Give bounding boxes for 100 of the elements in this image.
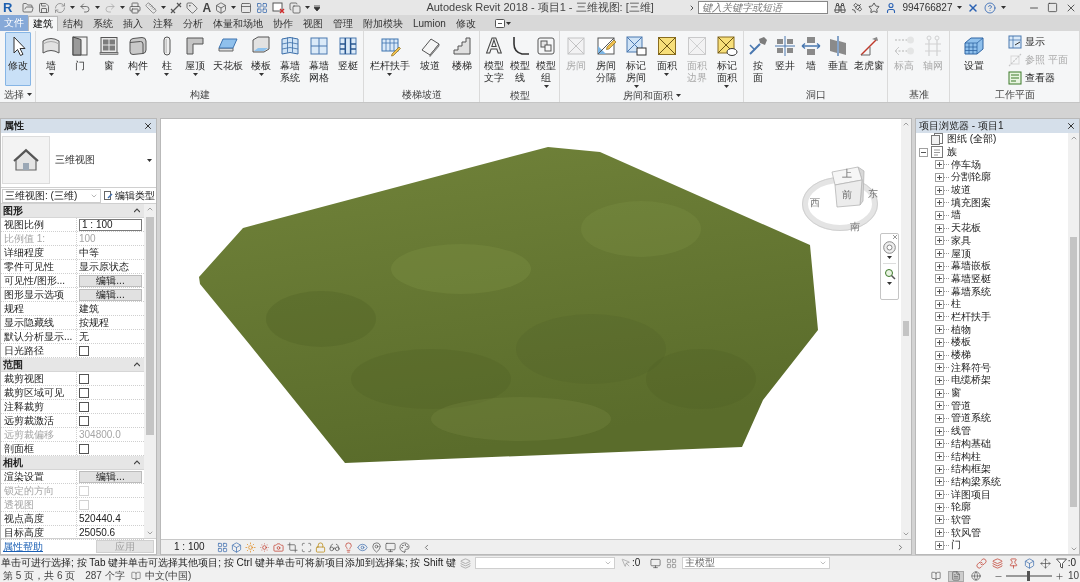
tree-item[interactable]: 电缆桥架 [951,374,991,387]
ribbon-button[interactable]: 坡道 [417,32,444,73]
link-icon[interactable] [975,557,987,569]
ribbon-button[interactable]: 天花板 [211,32,246,73]
type-selector[interactable]: 三维视图 [1,133,156,188]
vertical-scrollbar[interactable] [144,204,156,538]
expand-plus-icon[interactable] [935,185,944,195]
ribbon-tab[interactable]: 体量和场地 [208,16,268,31]
tree-item[interactable]: 幕墙系统 [951,285,991,298]
tree-item[interactable]: 软风管 [951,526,981,539]
ribbon-tab[interactable]: Lumion [408,16,451,31]
ribbon-small-button[interactable]: 查看器 [1007,70,1068,86]
panel-toggle-icon[interactable] [494,19,511,28]
scroll-up-icon[interactable] [146,205,154,213]
monitor-icon[interactable] [650,557,662,569]
group-header[interactable]: 图形 [1,204,144,218]
scrollbar-thumb[interactable] [1070,237,1077,507]
user-icon[interactable] [885,1,898,14]
help-link[interactable]: 属性帮助 [3,540,43,553]
ribbon-button[interactable]: 门 [67,32,94,73]
expand-plus-icon[interactable] [935,274,944,284]
expand-plus-icon[interactable] [935,452,944,462]
tree-item[interactable]: 图纸 (全部) [947,133,997,146]
ribbon-tab[interactable]: 建筑 [28,16,58,31]
text-tool-icon[interactable]: A [202,1,212,14]
tree-item[interactable]: 结构柱 [951,450,981,463]
user-name[interactable]: 994766827 [902,1,953,14]
search-field[interactable]: 键入关键字或短语 [698,1,829,14]
steering-wheel-icon[interactable] [883,241,896,254]
glasses-icon[interactable] [328,541,340,553]
checkbox[interactable] [79,401,89,412]
3d-view-icon[interactable] [215,1,228,14]
tiles-icon[interactable] [256,1,269,14]
language-status[interactable]: 中文(中国) [144,570,192,582]
tree-item[interactable]: 家具 [951,234,971,247]
monitor-icon[interactable] [384,541,396,553]
expand-plus-icon[interactable] [935,464,944,474]
ribbon-button[interactable]: 标记面积 [713,32,740,89]
ribbon-button[interactable]: 竖井 [771,32,798,73]
ribbon-button[interactable]: 幕墙网格 [305,32,332,85]
scroll-down-icon[interactable] [1069,545,1078,553]
tree-item[interactable]: 注释符号 [951,361,991,374]
zoom-icon[interactable] [883,268,896,280]
ribbon-button[interactable]: 按面 [745,32,772,85]
scroll-down-icon[interactable] [902,530,910,538]
checkbox[interactable] [79,387,89,398]
tree-item[interactable]: 结构基础 [951,437,991,450]
tree-item[interactable]: 管道系统 [951,412,991,425]
dimension-icon[interactable] [170,1,183,14]
tree-item[interactable]: 柱 [951,298,961,311]
tree-item[interactable]: 墙 [951,209,961,222]
open-folder-icon[interactable] [22,1,35,14]
view-scale[interactable]: 1 : 100 [174,541,205,553]
ribbon-button[interactable]: 墙 [38,32,65,77]
expand-plus-icon[interactable] [935,515,944,525]
switch-windows-icon[interactable] [289,1,302,14]
scroll-up-icon[interactable] [902,120,910,128]
ribbon-button[interactable]: 模型线 [507,32,533,85]
tree-item[interactable]: 详图项目 [951,488,991,501]
tree-item[interactable]: 楼板 [951,336,971,349]
ribbon-button[interactable]: 设置 [961,32,988,73]
tree-item[interactable]: 幕墙竖梃 [951,272,991,285]
edit-button[interactable]: 编辑... [79,274,142,287]
ribbon-button[interactable]: 窗 [96,32,123,73]
expand-plus-icon[interactable] [935,502,944,512]
dim-sun-icon[interactable] [258,541,270,553]
expand-plus-icon[interactable] [935,236,944,246]
app-logo[interactable]: R [3,0,13,15]
expand-plus-icon[interactable] [935,249,944,259]
tree-item[interactable]: 结构梁系统 [951,475,1001,488]
window-panel-icon[interactable] [240,1,253,14]
ribbon-button[interactable]: 模型组 [533,32,559,89]
ribbon-button[interactable]: 墙 [798,32,825,73]
scroll-right-icon[interactable] [896,542,905,552]
star-icon[interactable] [868,1,881,14]
expand-plus-icon[interactable] [935,413,944,423]
type-dropdown[interactable]: 三维视图: (三维) [2,188,101,203]
expand-plus-icon[interactable] [935,401,944,411]
eye-icon[interactable] [356,541,368,553]
scrollbar-thumb[interactable] [903,321,909,336]
plus-icon[interactable] [1054,571,1064,581]
ribbon-button[interactable]: 屋顶 [182,32,209,77]
expand-plus-icon[interactable] [935,477,944,487]
camera-icon[interactable] [272,541,284,553]
vertical-scrollbar[interactable] [901,119,911,539]
property-input[interactable]: 1 : 100 [79,218,142,231]
lightbulb-icon[interactable] [342,541,354,553]
cube-icon[interactable] [1023,557,1035,569]
ribbon-tab[interactable]: 注释 [148,16,178,31]
ribbon-tab[interactable]: 结构 [58,16,88,31]
close-windows-icon[interactable] [272,1,286,14]
expand-plus-icon[interactable] [935,363,944,373]
view-cube[interactable] [830,165,866,208]
palette-icon[interactable] [398,541,410,553]
expand-plus-icon[interactable] [935,325,944,335]
close-icon[interactable] [143,121,153,131]
tree-item[interactable]: 停车场 [951,158,981,171]
expand-plus-icon[interactable] [935,172,944,182]
tree-item[interactable]: 楼梯 [951,349,971,362]
expand-plus-icon[interactable] [935,528,944,538]
